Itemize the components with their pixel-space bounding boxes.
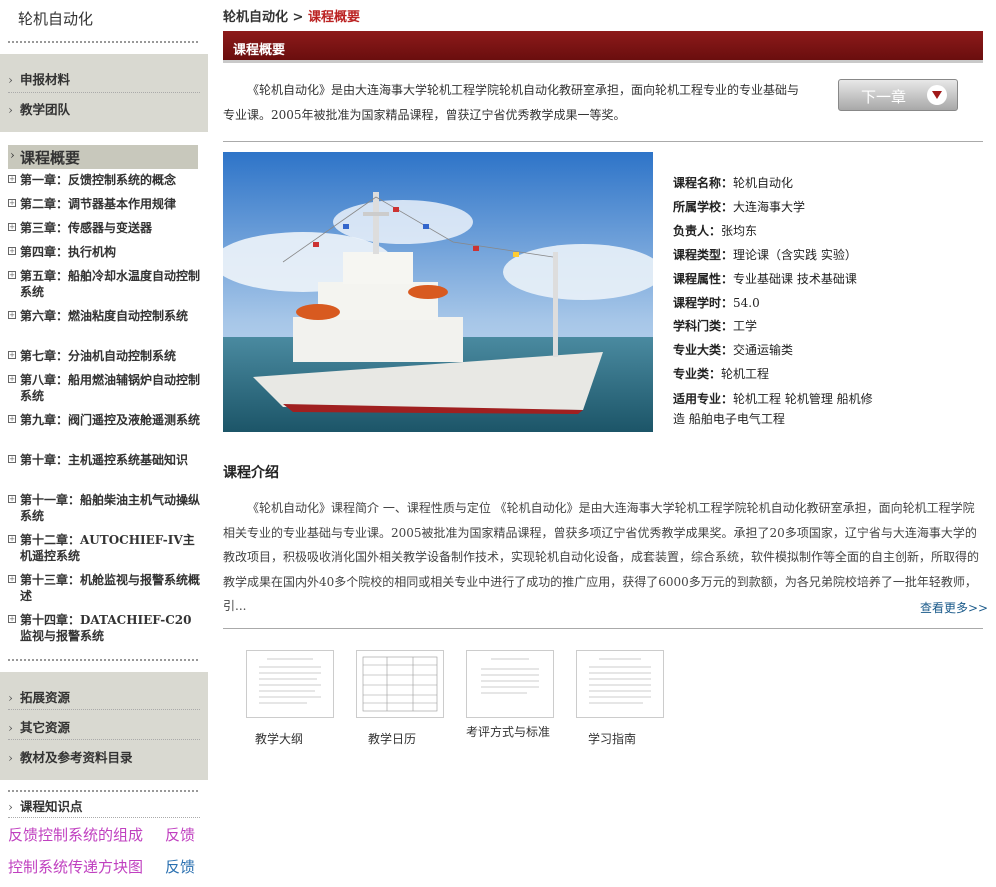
expand-icon: + — [8, 375, 16, 383]
chapter-item[interactable]: + 第四章：执行机构 — [8, 244, 200, 260]
doc-label[interactable]: 教学大纲 — [255, 730, 303, 747]
chevron-right-icon: › — [10, 148, 15, 162]
info-type: 课程类型：理论课（含实践 实验） — [673, 248, 857, 262]
arrow-down-icon — [927, 85, 947, 105]
info-hours: 课程学时：54.0 — [673, 296, 760, 310]
divider — [8, 41, 198, 43]
sidebar-item-overview[interactable]: › 课程概要 — [8, 145, 198, 169]
intro-text: 《轮机自动化》是由大连海事大学轮机工程学院轮机自动化教研室承担，面向轮机工程专业… — [223, 83, 800, 122]
kp-link[interactable]: 反馈控制系统的组成 — [8, 824, 143, 845]
info-name: 课程名称：轮机自动化 — [673, 176, 794, 190]
sidebar-item-textbooks[interactable]: › 教材及参考资料目录 — [8, 747, 200, 766]
info-category: 专业大类：交通运输类 — [673, 343, 794, 357]
divider — [8, 92, 200, 93]
expand-icon: + — [8, 455, 16, 463]
doc-label[interactable]: 教学日历 — [368, 730, 416, 747]
sidebar-item-declaration[interactable]: › 申报材料 — [8, 69, 200, 88]
expand-icon: + — [8, 175, 16, 183]
expand-icon: + — [8, 615, 16, 623]
doc-label[interactable]: 考评方式与标准 — [466, 723, 550, 740]
chapter-item[interactable]: + 第五章：船舶冷却水温度自动控制系统 — [8, 268, 200, 300]
kp-link[interactable]: 反馈 — [165, 824, 195, 845]
view-more-link[interactable]: 查看更多>> — [920, 599, 988, 616]
chapter-item[interactable]: + 第十四章：DATACHIEF-C20监视与报警系统 — [8, 612, 200, 644]
info-attribute: 课程属性：专业基础课 技术基础课 — [673, 272, 857, 286]
chapter-item[interactable]: + 第八章：船用燃油辅锅炉自动控制系统 — [8, 372, 200, 404]
chapter-item[interactable]: + 第十二章：AUTOCHIEF-IV主机遥控系统 — [8, 532, 200, 564]
info-leader: 负责人：张均东 — [673, 224, 758, 238]
chapter-item[interactable]: + 第十一章：船舶柴油主机气动操纵系统 — [8, 492, 200, 524]
course-image — [223, 152, 653, 432]
doc-thumbnail-syllabus[interactable] — [246, 650, 334, 718]
info-discipline: 学科门类：工学 — [673, 319, 758, 333]
chapter-item[interactable]: + 第一章：反馈控制系统的概念 — [8, 172, 200, 188]
course-intro-body: 《轮机自动化》课程简介 一、课程性质与定位 《轮机自动化》是由大连海事大学轮机工… — [223, 501, 980, 613]
section-header: 课程概要 — [223, 31, 983, 63]
expand-icon: + — [8, 351, 16, 359]
divider — [8, 739, 200, 740]
expand-icon: + — [8, 271, 16, 279]
breadcrumb: 轮机自动化 > 课程概要 — [223, 10, 360, 25]
breadcrumb-root[interactable]: 轮机自动化 — [223, 10, 288, 25]
divider — [8, 659, 198, 661]
divider — [223, 141, 983, 142]
chapter-item[interactable]: + 第六章：燃油粘度自动控制系统 — [8, 308, 200, 324]
expand-icon: + — [8, 247, 16, 255]
chapter-item[interactable]: + 第十章：主机遥控系统基础知识 — [8, 452, 200, 468]
chapter-item[interactable]: + 第十三章：机舱监视与报警系统概述 — [8, 572, 200, 604]
expand-icon: + — [8, 199, 16, 207]
divider — [8, 790, 198, 792]
doc-label[interactable]: 学习指南 — [588, 730, 636, 747]
doc-thumbnail-assessment[interactable] — [466, 650, 554, 718]
next-chapter-button[interactable]: 下一章 — [838, 79, 958, 111]
expand-icon: + — [8, 223, 16, 231]
doc-thumbnail-guide[interactable] — [576, 650, 664, 718]
sidebar-title: 轮机自动化 — [18, 10, 94, 28]
sidebar-item-other[interactable]: › 其它资源 — [8, 717, 200, 736]
expand-icon: + — [8, 495, 16, 503]
breadcrumb-current: 课程概要 — [307, 10, 360, 25]
divider — [8, 817, 200, 818]
sidebar-item-extended[interactable]: › 拓展资源 — [8, 687, 200, 706]
kp-title: › 课程知识点 — [8, 799, 83, 814]
expand-icon: + — [8, 311, 16, 319]
chapter-item[interactable]: + 第九章：阀门遥控及液舱遥测系统 — [8, 412, 200, 428]
chapter-item[interactable]: + 第二章：调节器基本作用规律 — [8, 196, 200, 212]
kp-link[interactable]: 控制系统传递方块图 — [8, 856, 143, 877]
info-applicable: 适用专业：轮机工程 轮机管理 船机修造 船舶电子电气工程 — [673, 392, 873, 426]
info-school: 所属学校：大连海事大学 — [673, 200, 806, 214]
sidebar: 轮机自动化 › 申报材料 › 教学团队 › 课程概要 + 第一章：反馈控制系统的概念 … — [0, 0, 208, 887]
expand-icon: + — [8, 415, 16, 423]
course-intro-title: 课程介绍 — [223, 465, 279, 481]
divider — [223, 628, 983, 629]
doc-thumbnail-calendar[interactable] — [356, 650, 444, 718]
sidebar-item-team[interactable]: › 教学团队 — [8, 99, 200, 118]
expand-icon: + — [8, 575, 16, 583]
info-major-class: 专业类：轮机工程 — [673, 367, 770, 381]
chapter-item[interactable]: + 第三章：传感器与变送器 — [8, 220, 200, 236]
divider — [8, 709, 200, 710]
kp-link[interactable]: 反馈 — [165, 856, 195, 877]
sidebar-top-block — [0, 54, 208, 132]
chapter-item[interactable]: + 第七章：分油机自动控制系统 — [8, 348, 200, 364]
expand-icon: + — [8, 535, 16, 543]
